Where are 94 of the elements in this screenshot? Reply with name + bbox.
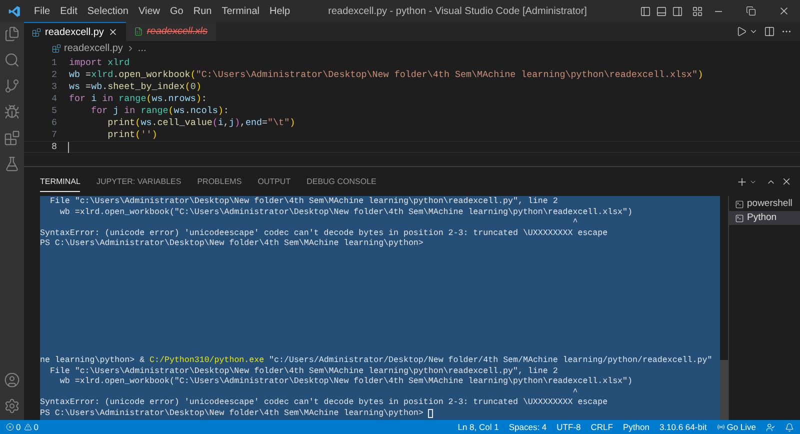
terminal-icon [735, 200, 744, 208]
panel-tab[interactable]: PROBLEMS [197, 172, 242, 192]
account-icon[interactable] [4, 372, 20, 388]
text-cursor [68, 142, 69, 152]
editor-tab[interactable]: readexcell.xls [126, 22, 216, 41]
flask-icon[interactable] [4, 156, 20, 172]
app-logo-icon [8, 4, 21, 18]
layout-icon[interactable] [692, 6, 703, 16]
terminal-text: ne learning\python> & [40, 356, 146, 366]
code-line: import xlrd [69, 56, 130, 70]
terminal-text: ^ [572, 388, 578, 398]
panel-tab[interactable]: OUTPUT [258, 172, 291, 192]
explorer-icon[interactable] [4, 26, 20, 42]
tab-label: readexcell.py [45, 26, 104, 40]
line-number: 3 [50, 80, 57, 94]
close-icon[interactable] [778, 5, 790, 17]
spreadsheet-file-icon [134, 27, 143, 36]
terminal-list-item[interactable]: powershell [729, 197, 800, 211]
scrollbar[interactable] [720, 360, 728, 420]
menu-item[interactable]: Go [165, 4, 188, 18]
code-line: wb =xlrd.open_workbook("C:\Users\Administrator\Desktop\New folder\4th Sem\MAchine learning\python\readexcell.xlsx") [69, 68, 704, 82]
breadcrumb-item[interactable]: readexcell.py [64, 41, 123, 56]
breadcrumb-item[interactable]: ... [138, 41, 146, 56]
line-number: 7 [50, 128, 57, 142]
source-control-icon[interactable] [4, 78, 20, 94]
terminal-output[interactable] [40, 196, 720, 420]
terminal-text: File "c:\Users\Administrator\Desktop\New folder\4th Sem\MAchine learning\python\readexcell.py", line 2 [48, 366, 558, 377]
terminal-text: SyntaxError: (unicode error) 'unicodeescape' codec can't decode bytes in position 2-3: truncated \UXXXXXXXX escape [40, 398, 608, 408]
terminal-text: File "c:\Users\Administrator\Desktop\New folder\4th Sem\MAchine learning\python\readexcell.py", line 2 [48, 197, 558, 208]
panel-left-icon[interactable] [640, 6, 651, 16]
run-debug-icon[interactable] [4, 104, 20, 120]
line-number: 5 [50, 104, 57, 118]
code-line: print('') [106, 128, 158, 142]
terminal-text: SyntaxError: (unicode error) 'unicodeescape' codec can't decode bytes in position 2-3: truncated \UXXXXXXXX escape [40, 228, 608, 239]
search-icon[interactable] [4, 52, 20, 68]
broadcast-icon [716, 423, 725, 431]
new-terminal-icon[interactable] [736, 176, 748, 188]
error-icon [6, 423, 14, 431]
code-line: ws =wb.sheet_by_index(0) [69, 80, 202, 94]
error-count[interactable]: 0 [16, 420, 21, 434]
tab-label: readexcell.xls [146, 25, 208, 39]
warning-count[interactable]: 0 [34, 420, 38, 434]
terminal-name: Python [747, 210, 777, 225]
menu-item[interactable]: Terminal [216, 4, 264, 18]
line-number: 6 [50, 116, 57, 130]
panel-right-icon[interactable] [672, 6, 683, 16]
code-line: print(ws.cell_value(i,j),end="\t") [106, 116, 296, 130]
line-number: 1 [50, 56, 57, 70]
menu-item[interactable]: View [134, 4, 165, 18]
code-line: for j in range(ws.ncols): [90, 104, 229, 118]
close-tab-icon[interactable] [108, 27, 118, 37]
terminal-name: powershell [747, 196, 792, 211]
code-line: for i in range(ws.nrows): [69, 92, 207, 106]
panel-bottom-icon[interactable] [656, 6, 667, 16]
close-panel-icon[interactable] [781, 176, 792, 187]
notifications-icon[interactable] [785, 422, 794, 432]
status-item[interactable]: Python [622, 420, 650, 434]
terminal-text: PS C:\Users\Administrator\Desktop\New folder\4th Sem\MAchine learning\python> [40, 239, 424, 250]
terminal-text: ^ [572, 218, 578, 228]
menu-item[interactable]: File [29, 4, 56, 18]
settings-icon[interactable] [4, 398, 20, 414]
status-item[interactable]: 3.10.6 64-bit [659, 420, 707, 434]
window-title: readexcell.py - python - Visual Studio Code [Administrator] [327, 4, 588, 18]
editor-tab[interactable]: readexcell.py [24, 22, 126, 41]
panel-tab[interactable]: JUPYTER: VARIABLES [96, 172, 182, 192]
menu-item[interactable]: Run [188, 4, 217, 18]
status-item[interactable]: Spaces: 4 [508, 420, 547, 434]
go-live-link[interactable]: Go Live [726, 420, 756, 434]
terminal-list-item[interactable]: Python [729, 211, 800, 225]
line-number: 4 [50, 92, 57, 106]
panel-tab[interactable]: TERMINAL [40, 172, 80, 192]
menu-item[interactable]: Help [264, 4, 296, 18]
feedback-icon[interactable] [766, 422, 775, 432]
terminal-cursor [428, 409, 434, 418]
line-number: 2 [50, 68, 57, 82]
menu-item[interactable]: Edit [55, 4, 82, 18]
terminal-text: C:/Python310/python.exe [150, 356, 264, 366]
extensions-icon[interactable] [4, 130, 20, 146]
terminal-icon [735, 214, 744, 222]
terminal-text: "c:/Users/Administrator/Desktop/New folder/4th Sem/MAchine learning/python/readexcell.py" [268, 356, 712, 366]
caret-icon[interactable] [749, 27, 758, 36]
status-item[interactable]: UTF-8 [556, 420, 581, 434]
split-editor-icon[interactable] [764, 26, 775, 37]
run-icon[interactable] [736, 26, 747, 37]
status-item[interactable]: Ln 8, Col 1 [458, 420, 499, 434]
panel-tab[interactable]: DEBUG CONSOLE [306, 172, 376, 192]
menu-item[interactable]: Selection [82, 4, 134, 18]
line-number: 8 [50, 140, 57, 154]
terminal-text: wb =xlrd.open_workbook("C:\Users\Administrator\Desktop\New folder\4th Sem\MAchine learning\python\readexcell.xlsx") [58, 208, 632, 218]
status-item[interactable]: CRLF [590, 420, 613, 434]
warning-icon [24, 423, 32, 431]
terminal-text: PS C:\Users\Administrator\Desktop\New folder\4th Sem\MAchine learning\python> [40, 408, 424, 419]
terminal-text: wb =xlrd.open_workbook("C:\Users\Administrator\Desktop\New folder\4th Sem\MAchine learning\python\readexcell.xlsx") [58, 377, 632, 388]
restore-icon[interactable] [746, 6, 756, 16]
